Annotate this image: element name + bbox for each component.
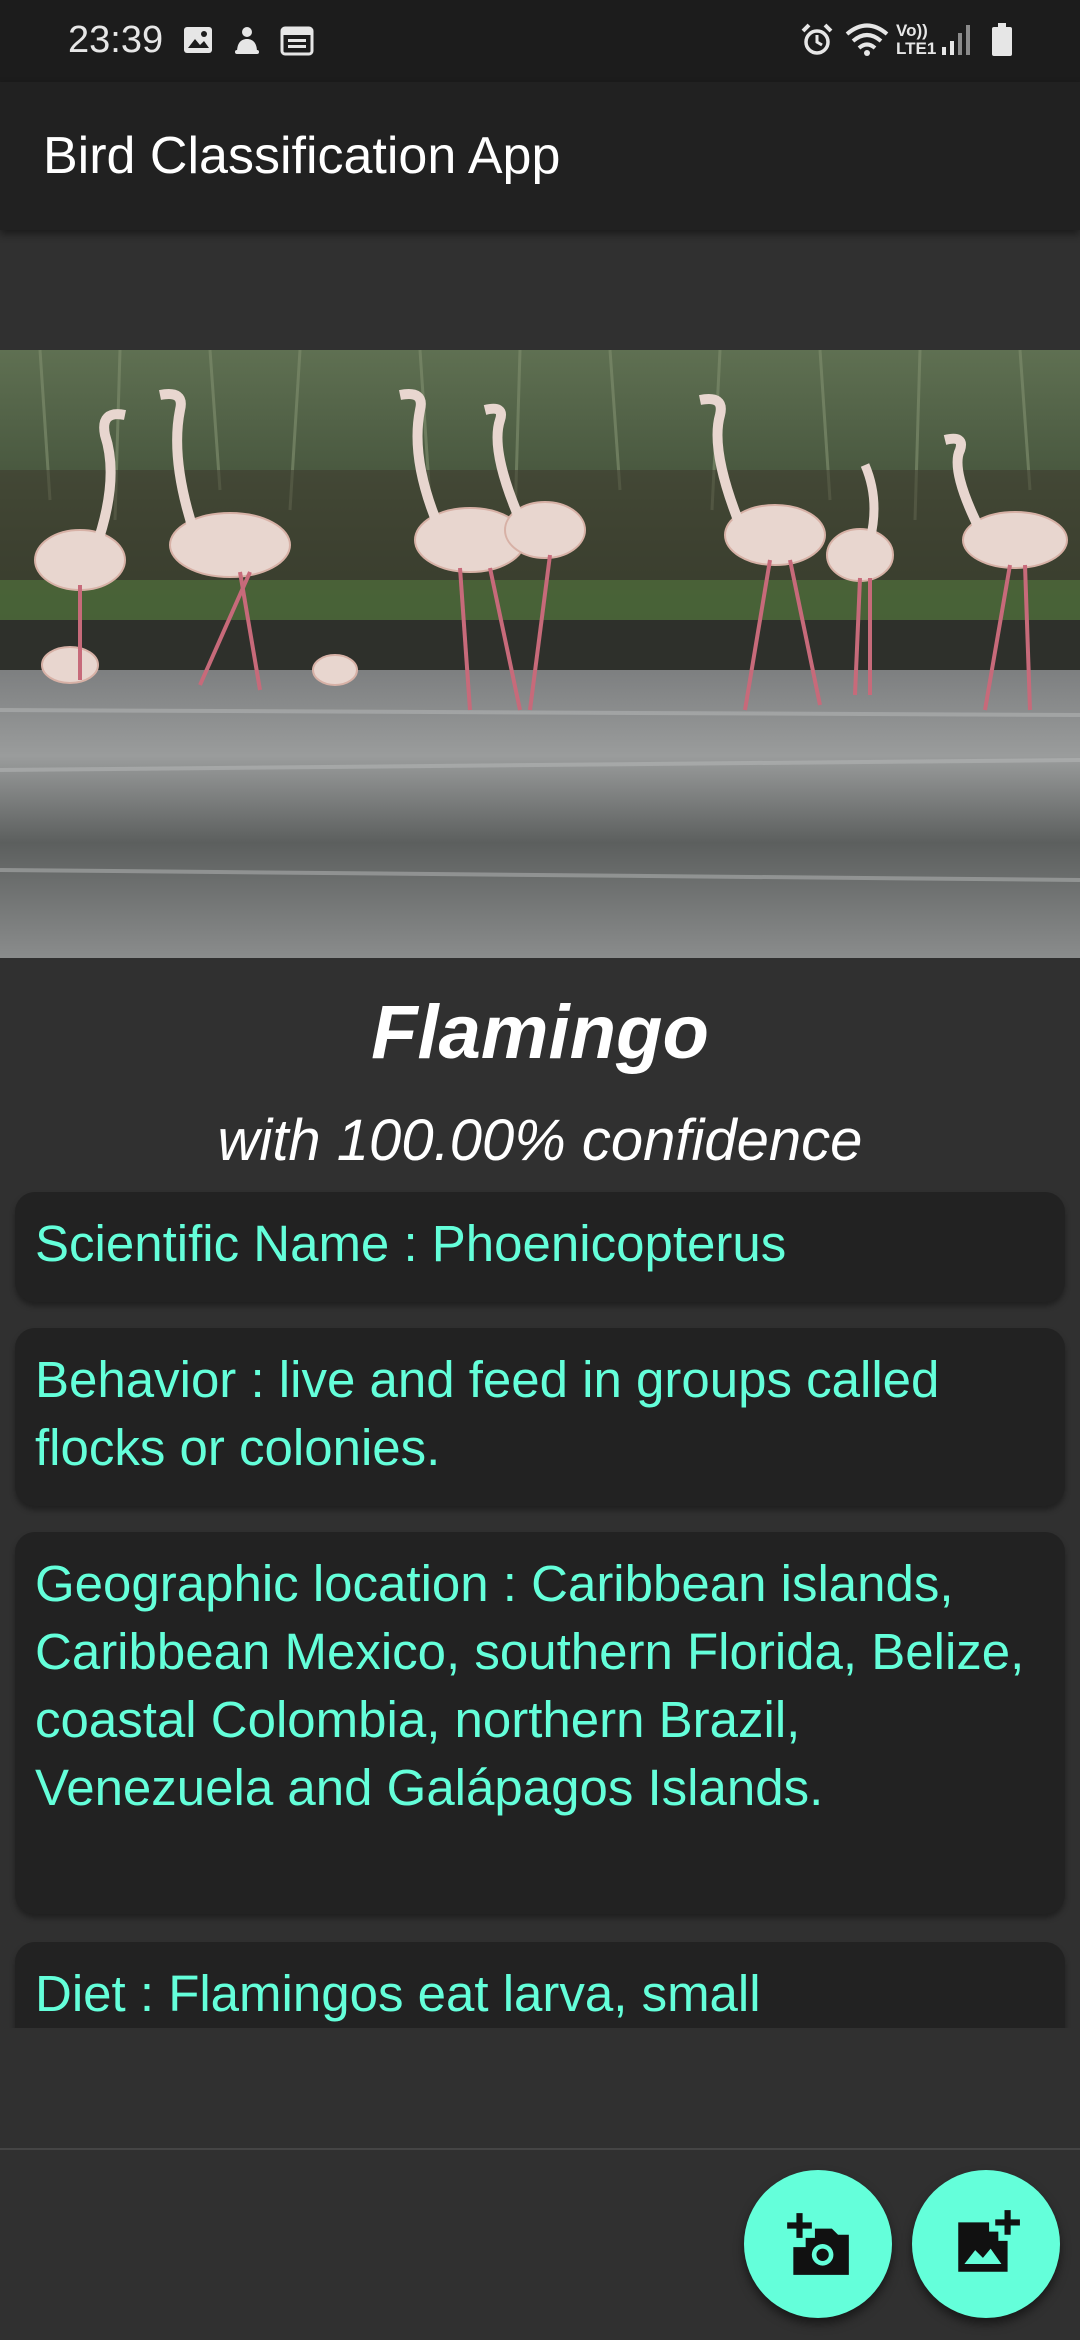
app-bar: Bird Classification App bbox=[0, 82, 1080, 230]
bird-photo bbox=[0, 350, 1080, 958]
signal-icon bbox=[942, 25, 970, 55]
info-cards-list[interactable]: Scientific Name : Phoenicopterus Behavio… bbox=[0, 1190, 1080, 2028]
volte-label: Vo)) bbox=[896, 21, 928, 40]
geographic-location-card: Geographic location : Caribbean islands,… bbox=[15, 1532, 1065, 1914]
scientific-name-card: Scientific Name : Phoenicopterus bbox=[15, 1192, 1065, 1302]
wifi-icon bbox=[845, 23, 889, 56]
app-title: Bird Classification App bbox=[43, 127, 561, 185]
lte-label: LTE1 bbox=[896, 39, 937, 58]
screen: 23:39 Vo)) LTE1 Bird Classification App … bbox=[0, 0, 1080, 2340]
volte-indicator: Vo)) LTE1 bbox=[896, 22, 938, 58]
diet-text: Diet : Flamingos eat larva, small bbox=[35, 1965, 761, 2022]
status-bar: 23:39 Vo)) LTE1 bbox=[0, 0, 1080, 82]
behavior-card: Behavior : live and feed in groups calle… bbox=[15, 1328, 1065, 1506]
bird-name: Flamingo bbox=[371, 990, 709, 1075]
confidence-text: with 100.00% confidence bbox=[217, 1108, 863, 1173]
geographic-location-text: Geographic location : Caribbean islands,… bbox=[35, 1555, 1025, 1816]
notification-icon bbox=[235, 27, 259, 54]
calendar-icon bbox=[280, 26, 314, 56]
camera-button[interactable] bbox=[744, 2170, 892, 2318]
camera-add-icon bbox=[787, 2213, 849, 2275]
scientific-name-text: Scientific Name : Phoenicopterus bbox=[35, 1215, 787, 1272]
behavior-text: Behavior : live and feed in groups calle… bbox=[35, 1351, 940, 1476]
battery-icon bbox=[992, 23, 1012, 56]
image-icon bbox=[184, 27, 212, 53]
status-time: 23:39 bbox=[68, 19, 164, 61]
alarm-icon bbox=[801, 23, 833, 55]
bottom-divider bbox=[0, 2148, 1080, 2150]
gallery-button[interactable] bbox=[912, 2170, 1060, 2318]
gallery-add-icon bbox=[958, 2210, 1020, 2272]
diet-card: Diet : Flamingos eat larva, small bbox=[15, 1942, 1065, 2028]
